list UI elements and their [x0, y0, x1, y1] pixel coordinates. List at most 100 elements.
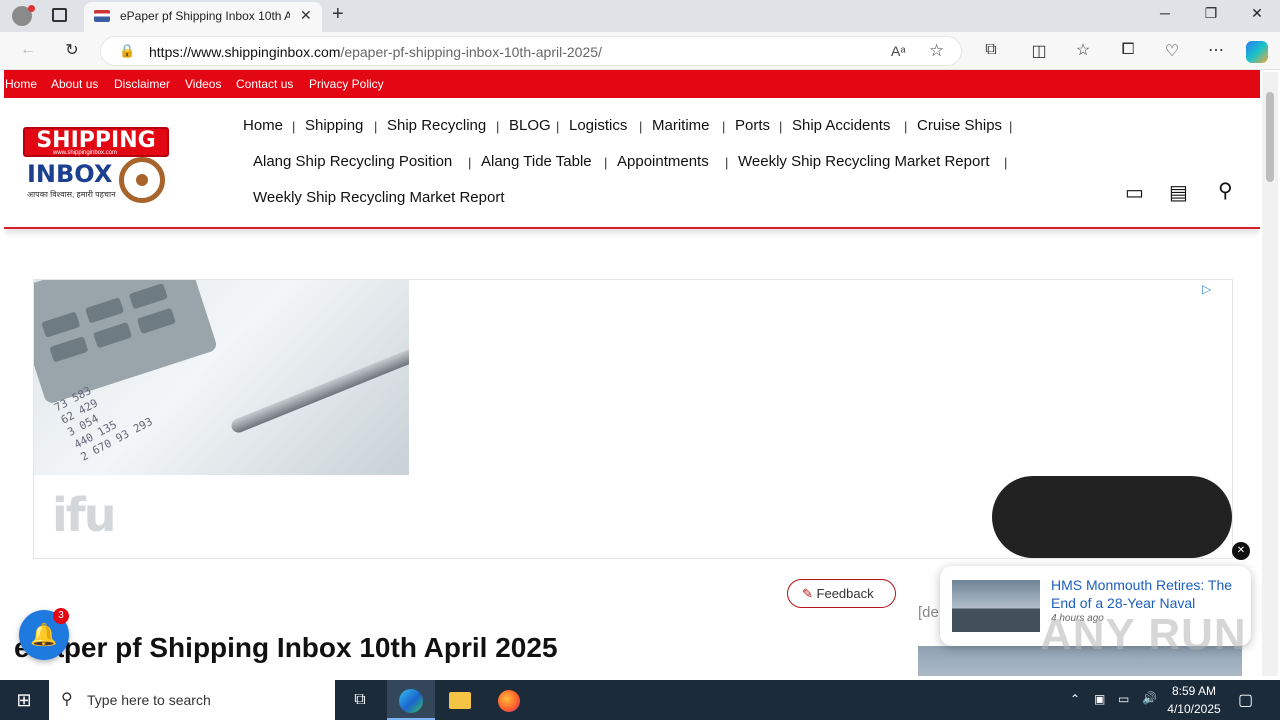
taskbar-search-box[interactable]: ⚲ Type here to search	[49, 680, 335, 720]
search-icon: ⚲	[61, 691, 73, 708]
nav-ship-accidents[interactable]: Ship Accidents	[792, 117, 890, 134]
nav-separator: |	[779, 119, 783, 134]
file-explorer-icon[interactable]	[436, 680, 484, 720]
feedback-label: Feedback	[816, 586, 874, 601]
popup-close-icon[interactable]: ✕	[1232, 542, 1250, 560]
ad-calc-key	[93, 321, 133, 349]
topnav-disclaimer[interactable]: Disclaimer	[114, 77, 170, 91]
firefox-icon[interactable]	[485, 680, 533, 720]
split-screen-icon[interactable]: ◫	[1027, 41, 1051, 61]
taskbar-search-placeholder: Type here to search	[87, 692, 211, 708]
monitor-icon[interactable]: ▭	[1125, 180, 1144, 205]
tab-actions-icon[interactable]	[52, 8, 67, 22]
back-icon[interactable]: ←	[16, 41, 40, 59]
sidebar-partial-text: [de	[918, 604, 939, 621]
ad-calc-key	[128, 283, 168, 310]
clock-time[interactable]: 8:59 AM	[1166, 684, 1222, 698]
topnav-videos[interactable]: Videos	[185, 77, 221, 91]
nav-home[interactable]: Home	[243, 117, 283, 134]
browser-tab-bar: ePaper pf Shipping Inbox 10th Ap ✕ + ─ ❐…	[0, 0, 1280, 32]
newspaper-icon[interactable]: ▤	[1169, 180, 1188, 205]
logo-url-text: www.shippinginbox.com	[53, 150, 118, 156]
nav-ship-recycling[interactable]: Ship Recycling	[387, 117, 486, 134]
nav-logistics[interactable]: Logistics	[569, 117, 627, 134]
site-header: SHIPPING www.shippinginbox.com INBOX आपक…	[4, 98, 1260, 229]
network-icon[interactable]: ▭	[1118, 692, 1129, 706]
topnav-home[interactable]: Home	[5, 77, 37, 91]
nav-alang-tide-table[interactable]: Alang Tide Table	[481, 153, 592, 170]
ad-choices-icon[interactable]: ▷	[1202, 282, 1211, 296]
nav-weekly-market-report[interactable]: Weekly Ship Recycling Market Report	[738, 153, 989, 170]
windows-start-icon[interactable]: ⊞	[0, 680, 48, 720]
nav-separator: |	[639, 119, 643, 134]
ad-calc-key	[49, 336, 89, 363]
nav-alang-ship-recycling-position[interactable]: Alang Ship Recycling Position	[253, 153, 452, 170]
notification-center-icon[interactable]: ▢	[1238, 690, 1253, 710]
close-window-icon[interactable]: ✕	[1242, 5, 1272, 22]
ad-cta-pill[interactable]	[992, 476, 1232, 558]
warship-thumbnail	[952, 580, 1040, 632]
task-view-icon[interactable]: ⧉	[336, 680, 384, 720]
read-aloud-icon[interactable]: Aᵃ	[891, 43, 906, 59]
nav-separator: |	[725, 155, 729, 170]
topnav-privacy-policy[interactable]: Privacy Policy	[309, 77, 384, 91]
minimize-icon[interactable]: ─	[1150, 5, 1180, 21]
lock-icon[interactable]: 🔒	[119, 43, 135, 59]
topnav-contact-us[interactable]: Contact us	[236, 77, 293, 91]
address-bar-row: ← ↻ 🔒 https://www.shippinginbox.com/epap…	[0, 32, 1280, 70]
news-popup-title[interactable]: HMS Monmouth Retires: The End of a 28-Ye…	[1051, 576, 1241, 612]
collections-icon[interactable]: ⧠	[1116, 41, 1140, 59]
topnav-about-us[interactable]: About us	[51, 77, 98, 91]
extensions-icon[interactable]: ⧉	[979, 41, 1003, 59]
new-tab-icon[interactable]: +	[332, 3, 344, 26]
advertisement-banner[interactable]: 73 583 62 429 3 054 440 135 2 670 93 293…	[33, 279, 1233, 559]
url-path: /epaper-pf-shipping-inbox-10th-april-202…	[340, 44, 602, 60]
nav-weekly-market-report-2[interactable]: Weekly Ship Recycling Market Report	[253, 189, 504, 206]
site-favicon-icon	[94, 10, 110, 22]
feedback-button[interactable]: ✎ Feedback	[787, 579, 896, 608]
nav-maritime[interactable]: Maritime	[652, 117, 710, 134]
site-logo[interactable]: SHIPPING www.shippinginbox.com INBOX आपक…	[23, 127, 173, 205]
logo-tagline: आपका विश्वास, हमारी पहचान	[27, 190, 116, 199]
nav-shipping[interactable]: Shipping	[305, 117, 363, 134]
anyrun-watermark: ANY RUN	[1040, 610, 1247, 659]
page-scrollbar[interactable]	[1262, 72, 1278, 676]
restore-icon[interactable]: ❐	[1196, 5, 1226, 22]
nav-separator: |	[722, 119, 726, 134]
nav-separator: |	[292, 119, 296, 134]
nav-separator: |	[496, 119, 500, 134]
tray-device-icon[interactable]: ▣	[1094, 692, 1105, 706]
active-tab[interactable]: ePaper pf Shipping Inbox 10th Ap ✕	[84, 2, 322, 32]
nav-separator: |	[904, 119, 908, 134]
nav-separator: |	[374, 119, 378, 134]
nav-separator: |	[1004, 155, 1008, 170]
scrollbar-thumb[interactable]	[1266, 92, 1274, 182]
edge-taskbar-icon[interactable]	[387, 680, 435, 720]
nav-cruise-ships[interactable]: Cruise Ships	[917, 117, 1002, 134]
favorite-star-icon[interactable]: ☆	[929, 41, 944, 61]
copilot-icon[interactable]	[1246, 41, 1268, 63]
ad-calc-key	[84, 297, 125, 324]
favorites-icon[interactable]: ☆	[1071, 40, 1095, 60]
nav-separator: |	[468, 155, 472, 170]
tray-chevron-icon[interactable]: ⌃	[1070, 692, 1080, 706]
more-menu-icon[interactable]: ⋯	[1204, 40, 1228, 60]
ad-calc-key	[136, 307, 176, 335]
nav-appointments[interactable]: Appointments	[617, 153, 709, 170]
windows-taskbar: ⊞ ⚲ Type here to search ⧉ ⌃ ▣ ▭ 🔊 8:59 A…	[0, 680, 1280, 720]
refresh-icon[interactable]: ↻	[60, 40, 84, 60]
search-icon[interactable]: ⚲	[1218, 178, 1233, 203]
tab-title: ePaper pf Shipping Inbox 10th Ap	[120, 9, 290, 23]
nav-separator: |	[556, 119, 560, 134]
volume-icon[interactable]: 🔊	[1142, 691, 1157, 705]
nav-blog[interactable]: BLOG	[509, 117, 551, 134]
browser-essentials-icon[interactable]: ♡	[1160, 41, 1184, 61]
clock-date[interactable]: 4/10/2025	[1166, 702, 1222, 716]
tab-close-icon[interactable]: ✕	[300, 7, 312, 24]
url-field[interactable]: 🔒 https://www.shippinginbox.com/epaper-p…	[100, 36, 962, 66]
url-host: https://www.shippinginbox.com	[149, 44, 341, 60]
ship-wheel-icon	[119, 157, 165, 203]
top-nav-bar: Home About us Disclaimer Videos Contact …	[4, 70, 1260, 98]
ad-pen-shape	[229, 339, 409, 435]
nav-ports[interactable]: Ports	[735, 117, 770, 134]
